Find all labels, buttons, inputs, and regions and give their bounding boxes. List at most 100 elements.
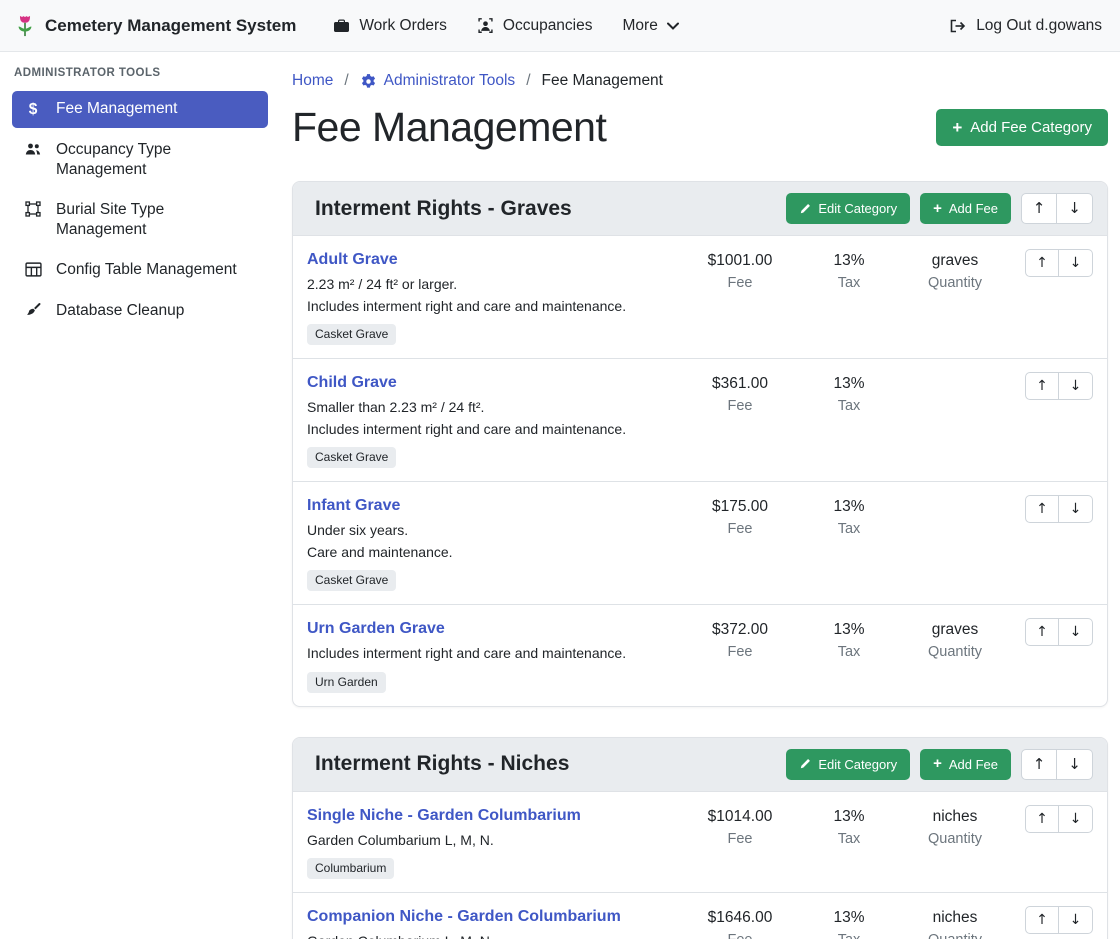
fee-amount-column: $372.00 Fee — [681, 618, 799, 663]
fee-name-link[interactable]: Child Grave — [307, 372, 397, 394]
fee-quantity-label: Quantity — [899, 641, 1011, 663]
app-title: Cemetery Management System — [45, 16, 296, 36]
logout-icon — [949, 18, 967, 34]
fee-move-up-button[interactable]: ↑ — [1025, 906, 1059, 934]
fee-name-link[interactable]: Infant Grave — [307, 495, 400, 517]
fee-name-link[interactable]: Companion Niche - Garden Columbarium — [307, 906, 621, 928]
fee-amount-value: $372.00 — [681, 619, 799, 641]
fee-quantity-value: graves — [899, 619, 1011, 641]
category-actions: Edit Category + Add Fee ↑ ↓ — [786, 749, 1093, 780]
logout-link[interactable]: Log Out d.gowans — [934, 8, 1106, 44]
fee-tax-value: 13% — [799, 907, 899, 929]
fee-amount-column: $1014.00 Fee — [681, 805, 799, 850]
fee-row: Single Niche - Garden Columbarium Garden… — [293, 792, 1107, 893]
breadcrumb-admin-tools-link[interactable]: Administrator Tools — [360, 72, 516, 90]
add-fee-button[interactable]: + Add Fee — [920, 193, 1011, 224]
fee-move-down-button[interactable]: ↓ — [1059, 618, 1093, 646]
breadcrumb: Home / Administrator Tools / Fee Managem… — [292, 72, 1108, 90]
fee-reorder-group: ↑ ↓ — [1011, 249, 1093, 277]
fee-tax-value: 13% — [799, 806, 899, 828]
fee-description: Smaller than 2.23 m² / 24 ft². — [307, 397, 681, 419]
fee-tax-value: 13% — [799, 619, 899, 641]
fee-amount-label: Fee — [681, 518, 799, 540]
fee-reorder-group: ↑ ↓ — [1011, 618, 1093, 646]
fee-amount-column: $175.00 Fee — [681, 495, 799, 540]
nav-label: Occupancies — [503, 17, 593, 35]
fee-info: Child Grave Smaller than 2.23 m² / 24 ft… — [307, 372, 681, 468]
chevron-down-icon — [667, 22, 679, 30]
admin-sidebar: ADMINISTRATOR TOOLS $ Fee Management Occ… — [0, 52, 280, 939]
fee-move-down-button[interactable]: ↓ — [1059, 249, 1093, 277]
fee-move-up-button[interactable]: ↑ — [1025, 805, 1059, 833]
fee-move-up-button[interactable]: ↑ — [1025, 249, 1059, 277]
nav-occupancies[interactable]: Occupancies — [462, 8, 608, 44]
category-reorder-group: ↑ ↓ — [1021, 749, 1093, 780]
category-title: Interment Rights - Graves — [315, 197, 786, 221]
fee-move-up-button[interactable]: ↑ — [1025, 618, 1059, 646]
fee-move-down-button[interactable]: ↓ — [1059, 372, 1093, 400]
fee-tax-column: 13% Tax — [799, 906, 899, 939]
fee-name-link[interactable]: Single Niche - Garden Columbarium — [307, 805, 581, 827]
fee-tax-column: 13% Tax — [799, 618, 899, 663]
category-move-down-button[interactable]: ↓ — [1057, 749, 1093, 780]
category-move-up-button[interactable]: ↑ — [1021, 193, 1057, 224]
fee-type-badge: Columbarium — [307, 858, 394, 879]
fee-tax-column: 13% Tax — [799, 805, 899, 850]
nav-more[interactable]: More — [608, 8, 694, 44]
broom-icon — [23, 302, 43, 322]
edit-category-button[interactable]: Edit Category — [786, 749, 910, 780]
fee-move-down-button[interactable]: ↓ — [1059, 906, 1093, 934]
fee-amount-value: $1646.00 — [681, 907, 799, 929]
app-brand: Cemetery Management System — [14, 14, 296, 38]
fee-tax-label: Tax — [799, 828, 899, 850]
sidebar-item-occupancy-type-management[interactable]: Occupancy Type Management — [12, 132, 268, 188]
edit-category-label: Edit Category — [818, 757, 897, 772]
fee-type-badge: Casket Grave — [307, 447, 396, 468]
fee-tax-label: Tax — [799, 395, 899, 417]
fee-description: Care and maintenance. — [307, 542, 681, 564]
occupancies-icon — [477, 17, 494, 34]
nav-work-orders[interactable]: Work Orders — [318, 8, 462, 44]
sidebar-item-label: Config Table Management — [56, 260, 237, 280]
fee-amount-column: $1646.00 Fee — [681, 906, 799, 939]
fee-move-up-button[interactable]: ↑ — [1025, 372, 1059, 400]
fee-tax-column: 13% Tax — [799, 372, 899, 417]
sidebar-item-fee-management[interactable]: $ Fee Management — [12, 91, 268, 128]
fee-quantity-label: Quantity — [899, 272, 1011, 294]
sidebar-heading: ADMINISTRATOR TOOLS — [14, 67, 266, 79]
logout-label: Log Out d.gowans — [976, 17, 1102, 35]
fee-tax-value: 13% — [799, 496, 899, 518]
fee-tax-value: 13% — [799, 250, 899, 272]
add-fee-category-button[interactable]: + Add Fee Category — [936, 109, 1108, 146]
fee-type-badge: Casket Grave — [307, 324, 396, 345]
fee-move-down-button[interactable]: ↓ — [1059, 495, 1093, 523]
fee-tax-column: 13% Tax — [799, 495, 899, 540]
fee-move-up-button[interactable]: ↑ — [1025, 495, 1059, 523]
fee-move-down-button[interactable]: ↓ — [1059, 805, 1093, 833]
plus-icon: + — [952, 122, 962, 134]
fee-name-link[interactable]: Urn Garden Grave — [307, 618, 445, 640]
edit-category-button[interactable]: Edit Category — [786, 193, 910, 224]
fee-quantity-column: graves Quantity — [899, 249, 1011, 294]
nav-label: Work Orders — [359, 17, 447, 35]
fee-tax-label: Tax — [799, 929, 899, 939]
breadcrumb-separator: / — [526, 72, 530, 90]
sidebar-item-database-cleanup[interactable]: Database Cleanup — [12, 293, 268, 330]
primary-nav: Work Orders Occupancies More — [318, 8, 694, 44]
fee-description: Includes interment right and care and ma… — [307, 419, 681, 441]
fee-amount-value: $361.00 — [681, 373, 799, 395]
add-fee-button[interactable]: + Add Fee — [920, 749, 1011, 780]
fee-quantity-column — [899, 372, 1011, 373]
category-title: Interment Rights - Niches — [315, 752, 786, 776]
fee-info: Urn Garden Grave Includes interment righ… — [307, 618, 681, 693]
breadcrumb-home-link[interactable]: Home — [292, 72, 333, 90]
fee-reorder-group: ↑ ↓ — [1011, 495, 1093, 523]
sidebar-item-config-table-management[interactable]: Config Table Management — [12, 252, 268, 289]
category-move-up-button[interactable]: ↑ — [1021, 749, 1057, 780]
fee-name-link[interactable]: Adult Grave — [307, 249, 398, 271]
fee-info: Single Niche - Garden Columbarium Garden… — [307, 805, 681, 880]
sidebar-item-burial-site-type-management[interactable]: Burial Site Type Management — [12, 192, 268, 248]
fee-description: Garden Columbarium L, M, N. — [307, 931, 681, 939]
category-move-down-button[interactable]: ↓ — [1057, 193, 1093, 224]
fee-tax-label: Tax — [799, 641, 899, 663]
